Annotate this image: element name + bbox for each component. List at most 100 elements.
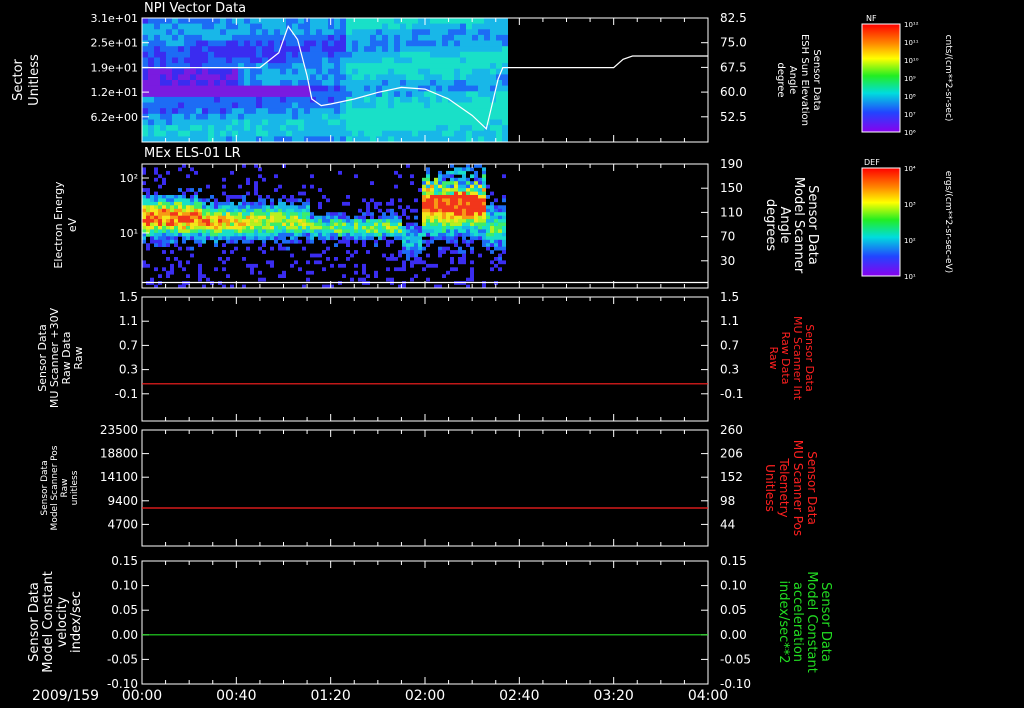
svg-text:Model Constant: Model Constant [804,571,819,673]
left-tick-label: 14100 [100,470,138,484]
right-tick-label: 44 [720,517,735,531]
colorbar-tick-label: 10¹² [904,21,919,29]
left-tick-label: 0.05 [111,603,138,617]
right-tick-label: 0.15 [720,554,747,568]
left-tick-label: 10² [120,172,138,185]
multi-panel-plot: NPI Vector Data 3.1e+01 2.5e+01 1.9e+01 1.2… [0,0,1024,708]
left-tick-label: 0.7 [119,338,138,352]
right-tick-label: 67.5 [720,60,747,74]
time-label: 00:40 [216,688,256,704]
npi-colorbar-label: NF [866,14,877,23]
svg-text:Sensor Data: Sensor Data [811,49,822,110]
svg-text:cnts/(cm**2-sr-sec): cnts/(cm**2-sr-sec) [943,35,953,122]
svg-text:Raw: Raw [60,479,70,498]
svg-text:Sensor Data: Sensor Data [818,582,833,662]
colorbar-tick-label: 10¹⁰ [904,57,919,65]
colorbar-tick-label: 10⁴ [904,165,916,173]
right-tick-label: 30 [720,254,735,268]
svg-text:index/sec**2: index/sec**2 [776,580,791,663]
left-tick-label: 18800 [100,447,138,461]
time-label: 01:20 [310,688,350,704]
svg-text:Sector: Sector [11,58,26,100]
right-tick-label: 70 [720,230,735,244]
right-tick-label: 152 [720,470,743,484]
right-tick-label: 75.0 [720,36,747,50]
npi-heatmap [142,18,508,143]
left-tick-label: 23500 [100,423,138,437]
svg-text:index/sec: index/sec [69,591,84,653]
right-tick-label: 190 [720,157,743,171]
els-colorbar-units: ergs/(cm**2-sr-sec-eV) [943,171,953,273]
svg-text:ESH Sun Elevation: ESH Sun Elevation [799,34,810,126]
svg-text:Angle: Angle [787,66,798,94]
svg-text:Telemetry: Telemetry [777,457,791,517]
right-tick-label: 0.05 [720,603,747,617]
left-tick-label: 1.5 [119,290,138,304]
right-tick-label: -0.05 [720,652,751,666]
svg-text:Unitless: Unitless [763,464,777,512]
npi-ylabel: Sector Unitless [11,54,42,106]
left-tick-label: -0.1 [115,387,138,401]
left-tick-label: 0.00 [111,628,138,642]
svg-text:Raw: Raw [767,346,780,369]
right-tick-label: 0.10 [720,579,747,593]
right-tick-label: 150 [720,181,743,195]
right-tick-label: 206 [720,447,743,461]
svg-text:Model Constant: Model Constant [41,571,56,673]
colorbar-tick-label: 10⁶ [904,129,916,137]
colorbar-tick-label: 10⁹ [904,75,916,83]
right-tick-label: 260 [720,423,743,437]
els-colorbar-label: DEF [864,158,880,167]
right-tick-label: 1.1 [720,314,739,328]
left-tick-label: 3.1e+01 [91,12,138,25]
npi-colorbar-gradient [862,24,900,132]
right-tick-label: 98 [720,494,735,508]
right-tick-label: 0.3 [720,363,739,377]
colorbar-tick-label: 10¹ [904,273,916,281]
left-tick-label: 0.15 [111,554,138,568]
npi-title: NPI Vector Data [144,1,246,16]
colorbar-tick-label: 10² [904,237,916,245]
left-tick-label: 1.2e+01 [91,86,138,99]
els-colorbar-gradient [862,168,900,276]
right-tick-label: -0.1 [720,387,743,401]
left-tick-label: 1.9e+01 [91,61,138,74]
right-tick-label: 110 [720,205,743,219]
els-title: MEx ELS-01 LR [144,146,241,161]
colorbar-tick-label: 10⁷ [904,111,916,119]
left-tick-label: 0.10 [111,579,138,593]
svg-text:Model Scanner Pos: Model Scanner Pos [50,445,60,530]
svg-text:Sensor Data: Sensor Data [805,451,819,525]
left-tick-label: 0.3 [119,363,138,377]
left-tick-label: 4700 [107,517,138,531]
svg-text:Angle: Angle [777,207,792,244]
right-tick-label: 0.00 [720,628,747,642]
time-label: 02:40 [499,688,539,704]
right-tick-label: 0.7 [720,338,739,352]
svg-text:MU Scanner Pos: MU Scanner Pos [791,440,805,536]
right-tick-label: 82.5 [720,11,747,25]
svg-text:Sensor Data: Sensor Data [40,460,50,515]
date-label: 2009/159 [32,688,99,704]
right-tick-label: 52.5 [720,110,747,124]
left-tick-label: -0.05 [107,652,138,666]
svg-text:Raw: Raw [72,346,85,369]
left-tick-label: 1.1 [119,314,138,328]
left-tick-label: 6.2e+00 [91,111,138,124]
npi-colorbar-units: cnts/(cm**2-sr-sec) [943,35,953,122]
time-label: 02:00 [405,688,445,704]
right-tick-label: 1.5 [720,290,739,304]
svg-text:Sensor Data: Sensor Data [27,582,42,662]
time-label: 03:20 [593,688,633,704]
svg-text:Unitless: Unitless [27,54,42,106]
model-constant-right-label: Sensor Data Model Constant acceleration … [776,571,833,673]
left-tick-label: 9400 [107,494,138,508]
right-tick-label: 60.0 [720,85,747,99]
time-label: 04:00 [688,688,728,704]
svg-text:unitless: unitless [70,470,80,505]
svg-text:eV: eV [66,217,79,232]
time-label: 00:00 [122,688,162,704]
colorbar-tick-label: 10¹¹ [904,39,919,47]
svg-text:velocity: velocity [55,596,70,647]
svg-text:degree: degree [775,62,786,97]
